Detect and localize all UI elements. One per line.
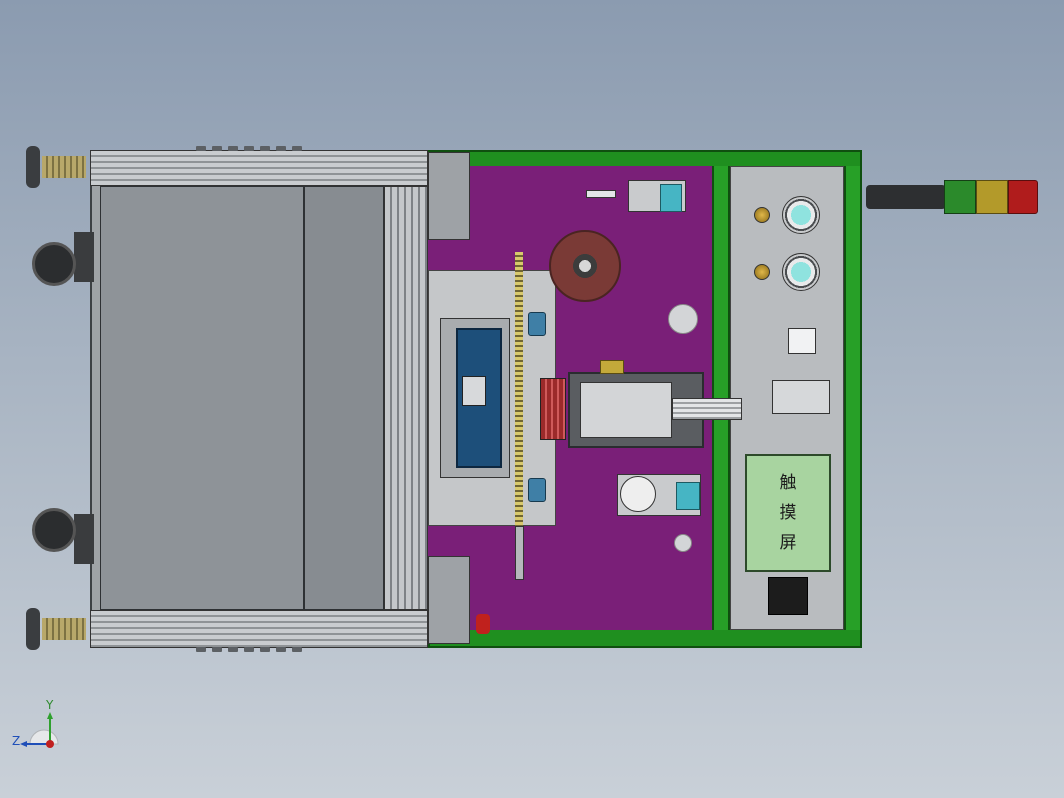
axis-triad: Y Z <box>12 698 72 760</box>
upper-gripper-cylinder <box>660 184 682 212</box>
vent-slot <box>276 647 286 652</box>
fan-grille <box>768 577 808 615</box>
cabinet-door-right <box>304 186 384 610</box>
corner-block <box>428 152 470 240</box>
vent-slot <box>276 146 286 151</box>
vent-slot <box>292 647 302 652</box>
vent-slot <box>228 647 238 652</box>
sensor-bracket <box>528 478 546 502</box>
leveling-screw <box>42 156 86 178</box>
light-tower-red <box>1008 180 1038 214</box>
touch-screen-label: 摸 <box>779 503 797 523</box>
cabinet-top-rail <box>90 150 428 186</box>
caster-mount <box>74 232 94 282</box>
rack-end <box>515 526 524 580</box>
vent-slot <box>260 647 270 652</box>
lower-gripper-cylinder <box>676 482 700 510</box>
touch-screen-label: 触 <box>779 473 797 493</box>
y-axis-label: Y <box>46 698 54 712</box>
vent-slot <box>196 647 206 652</box>
pressure-gauge <box>782 196 820 234</box>
cabinet-bottom-rail <box>90 610 428 648</box>
emergency-stop <box>476 614 490 634</box>
vent-slot <box>228 146 238 151</box>
tape-reel <box>549 230 621 302</box>
indicator-button <box>754 207 770 223</box>
vent-slot <box>244 647 254 652</box>
light-tower-green <box>944 180 976 214</box>
power-socket <box>772 380 830 414</box>
link-arm <box>586 190 616 198</box>
vent-slot <box>260 146 270 151</box>
round-cover <box>668 304 698 334</box>
leveling-foot <box>26 608 40 650</box>
cabinet-vertical-post <box>384 186 428 610</box>
air-cylinder <box>672 398 742 420</box>
switch-module <box>788 328 816 354</box>
vent-slot <box>196 146 206 151</box>
leveling-screw <box>42 618 86 640</box>
fixture-clamp <box>462 376 486 406</box>
corner-block <box>428 556 470 644</box>
indicator-button <box>754 264 770 280</box>
touch-screen: 触 摸 屏 <box>745 454 831 572</box>
heater-strip <box>540 378 566 440</box>
touch-screen-label: 屏 <box>779 533 797 553</box>
vent-slot <box>292 146 302 151</box>
sensor-bracket <box>528 312 546 336</box>
frame-right-rail <box>844 166 860 630</box>
caster-wheel <box>32 242 76 286</box>
light-tower-yellow <box>976 180 1008 214</box>
cabinet-door-left <box>100 186 304 610</box>
caster-wheel <box>32 508 76 552</box>
round-cover <box>674 534 692 552</box>
limit-switch <box>600 360 624 374</box>
leveling-foot <box>26 146 40 188</box>
rotary-disc <box>620 476 656 512</box>
light-tower-shaft <box>866 185 946 209</box>
caster-mount <box>74 514 94 564</box>
vent-slot <box>212 647 222 652</box>
vent-slot <box>244 146 254 151</box>
pressure-gauge <box>782 253 820 291</box>
z-axis-label: Z <box>12 734 21 748</box>
vent-slot <box>212 146 222 151</box>
pressing-slide <box>580 382 672 438</box>
axis-triad-icon <box>20 712 59 748</box>
